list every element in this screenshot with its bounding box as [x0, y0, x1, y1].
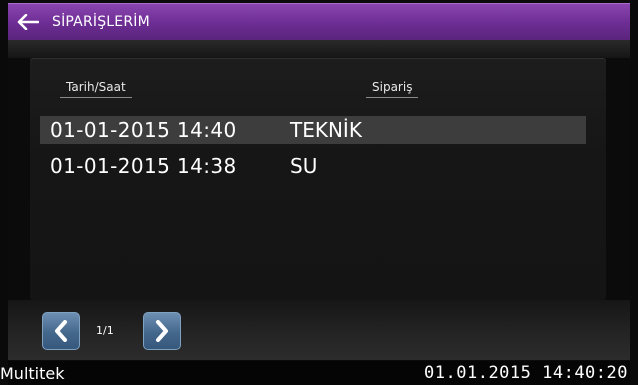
row-datetime: 01-01-2015 14:40 [50, 118, 237, 142]
row-datetime: 01-01-2015 14:38 [50, 154, 237, 178]
previous-page-button[interactable] [42, 312, 80, 350]
column-header-datetime: Tarih/Saat [60, 80, 132, 98]
back-button[interactable] [8, 4, 48, 40]
orders-panel: Tarih/Saat Sipariş 01-01-2015 14:40 TEKN… [30, 58, 606, 300]
pagination-bar: 1/1 [8, 300, 630, 360]
brand-label: Multitek [0, 363, 65, 383]
chevron-right-icon [156, 320, 168, 342]
page-title: SİPARİŞLERİM [52, 14, 150, 30]
page-indicator: 1/1 [96, 324, 114, 337]
screen: SİPARİŞLERİM Tarih/Saat Sipariş 01-01-20… [0, 0, 630, 385]
arrow-left-icon [17, 14, 39, 30]
status-bar: Multitek 01.01.2015 14:40:20 [0, 361, 630, 385]
table-row[interactable]: 01-01-2015 14:40 TEKNİK [40, 116, 586, 144]
clock: 01.01.2015 14:40:20 [424, 363, 628, 383]
row-order: SU [290, 154, 318, 178]
column-header-order: Sipariş [366, 80, 419, 98]
header-divider [8, 40, 630, 58]
row-order: TEKNİK [290, 118, 362, 142]
table-row[interactable]: 01-01-2015 14:38 SU [40, 152, 586, 180]
chevron-left-icon [55, 320, 67, 342]
next-page-button[interactable] [143, 312, 181, 350]
title-bar: SİPARİŞLERİM [8, 3, 630, 40]
